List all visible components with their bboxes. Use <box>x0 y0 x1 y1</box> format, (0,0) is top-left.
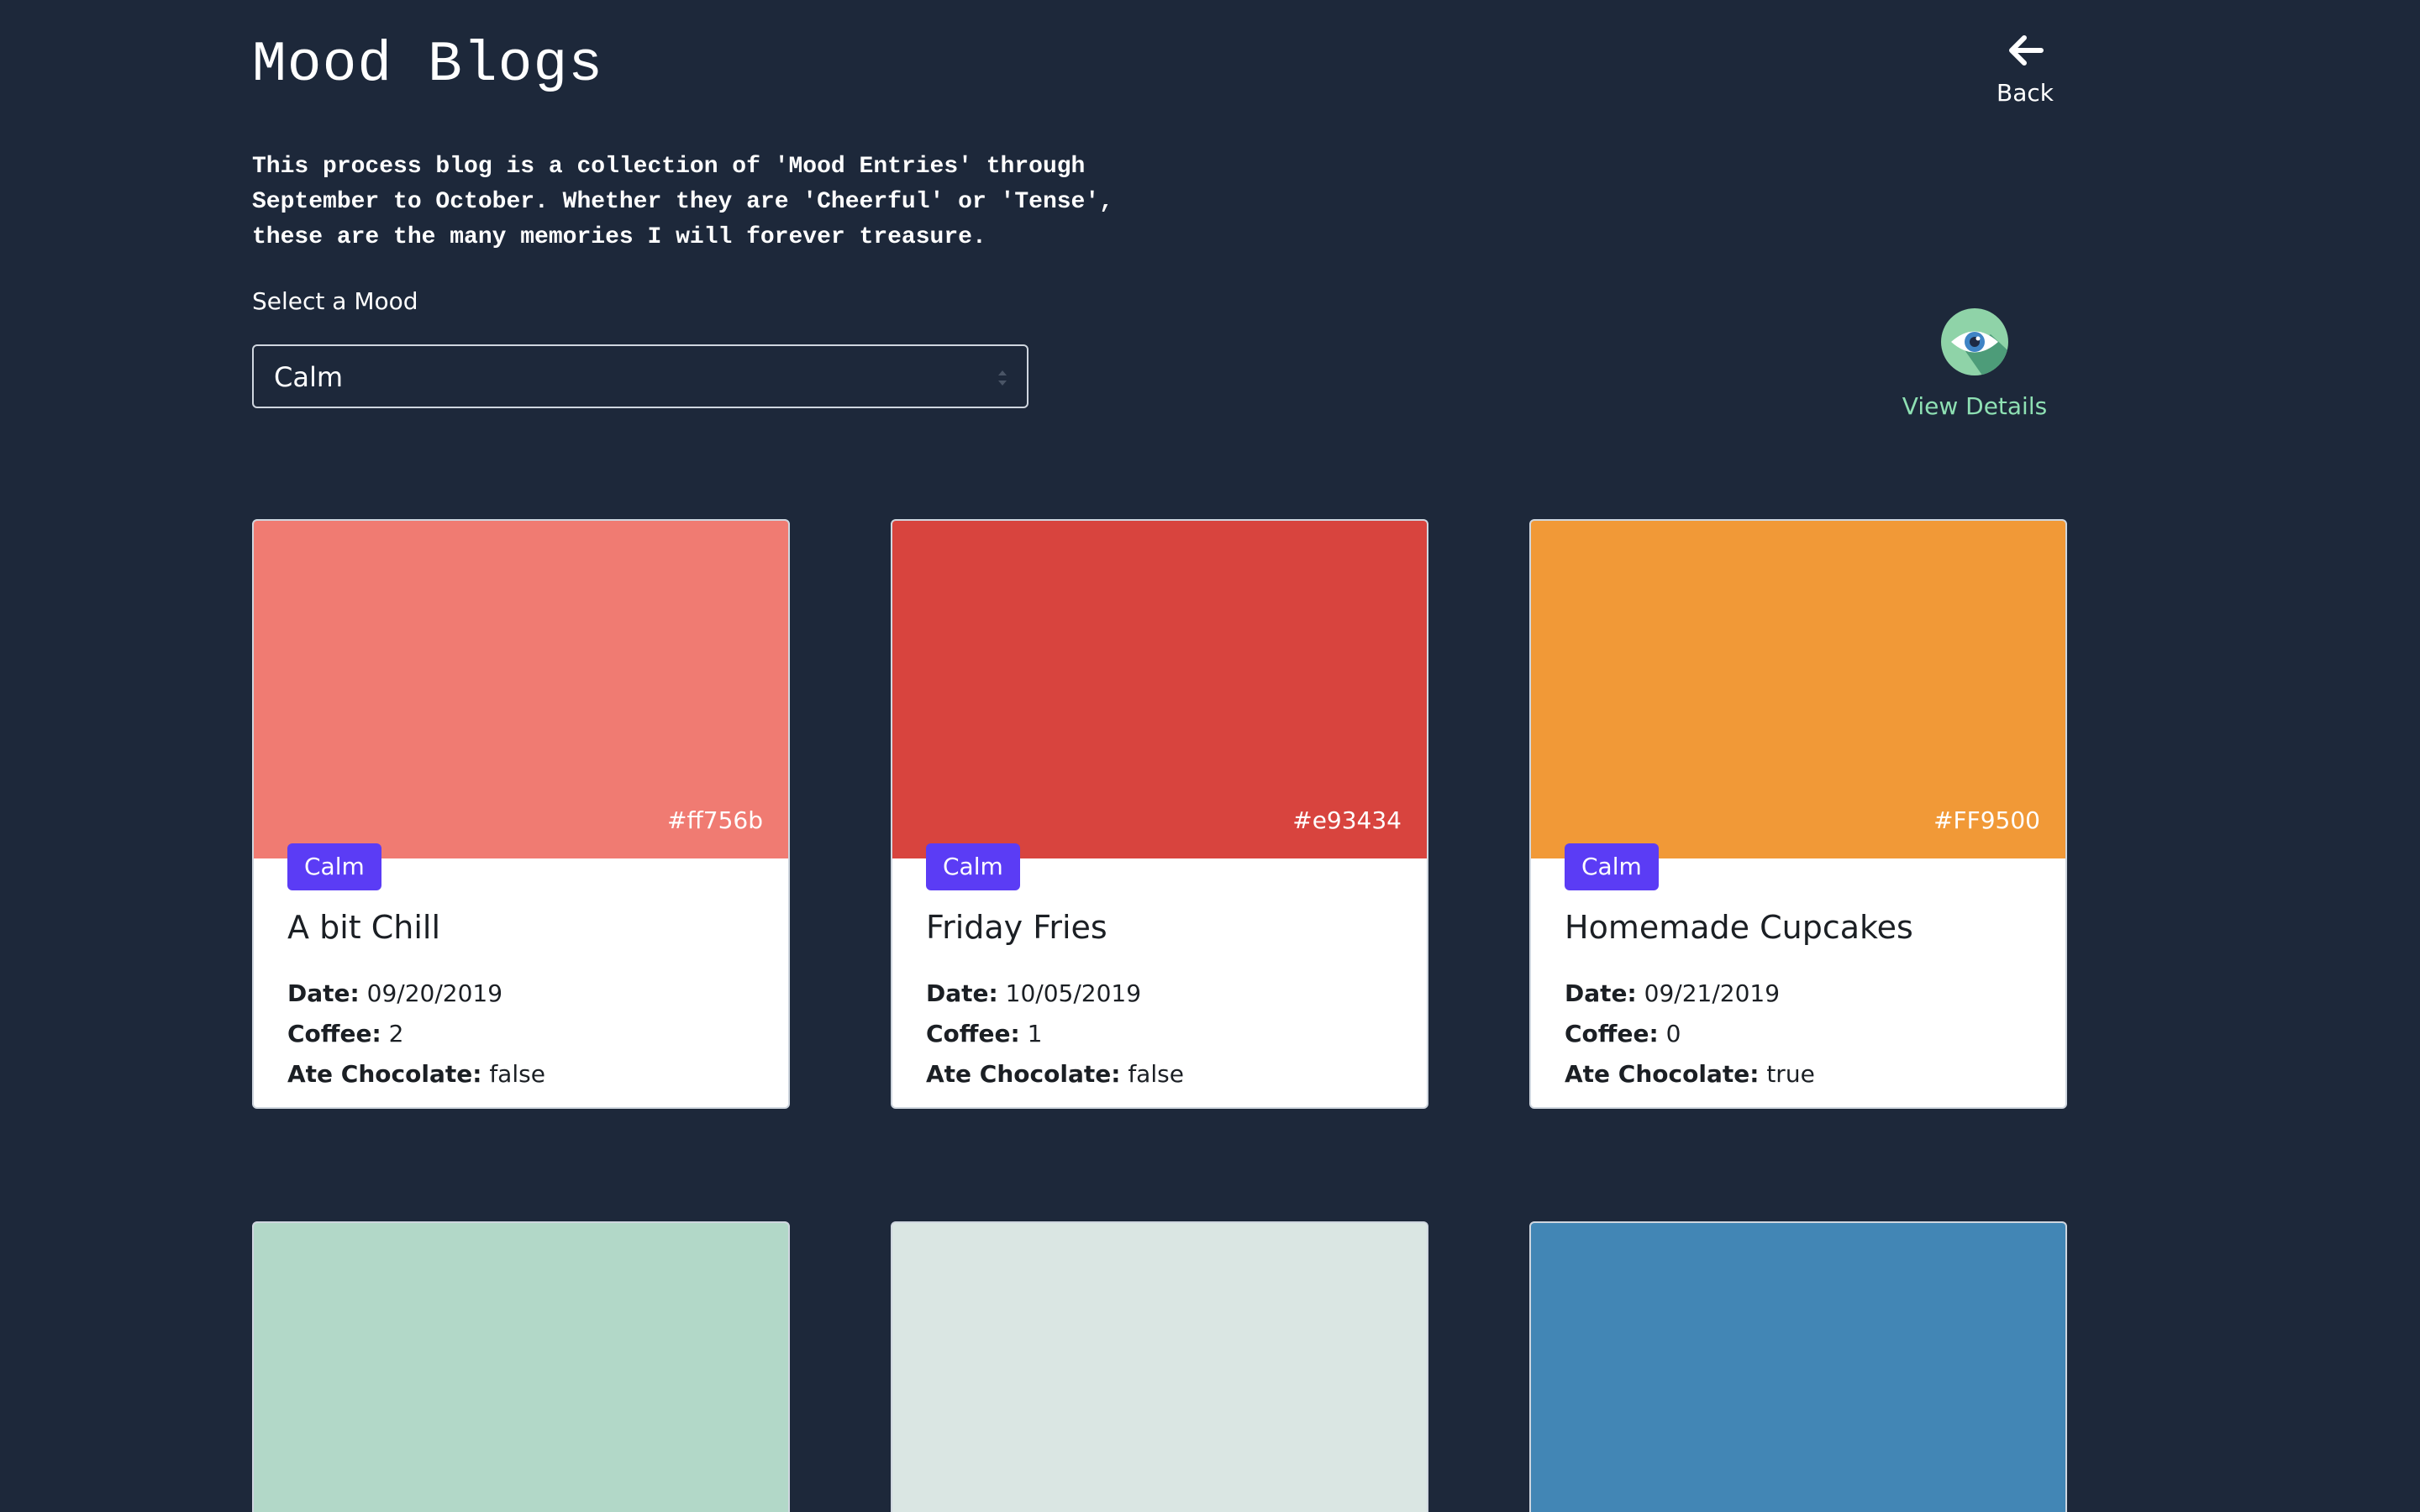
mood-badge: Calm <box>926 843 1020 890</box>
mood-card[interactable]: #e93434 Calm Friday Fries Date: 10/05/20… <box>891 519 1428 1109</box>
card-date: Date: 10/05/2019 <box>926 979 1142 1007</box>
mood-badge: Calm <box>1565 843 1659 890</box>
card-title: Friday Fries <box>926 909 1107 946</box>
mood-card[interactable] <box>1529 1221 2067 1512</box>
card-title: Homemade Cupcakes <box>1565 909 1913 946</box>
mood-card[interactable] <box>891 1221 1428 1512</box>
mood-card[interactable] <box>252 1221 790 1512</box>
arrow-left-icon <box>1975 34 2075 67</box>
intro-text: This process blog is a collection of 'Mo… <box>252 154 1113 250</box>
card-date: Date: 09/20/2019 <box>287 979 503 1007</box>
color-swatch <box>254 1223 788 1512</box>
color-swatch <box>1531 1223 2065 1512</box>
color-swatch <box>892 1223 1427 1512</box>
card-date: Date: 09/21/2019 <box>1565 979 1781 1007</box>
card-chocolate: Ate Chocolate: false <box>287 1060 545 1088</box>
mood-select[interactable]: Calm <box>252 344 1028 408</box>
card-title: A bit Chill <box>287 909 441 946</box>
card-coffee: Coffee: 1 <box>926 1020 1043 1047</box>
hex-code: #FF9500 <box>1933 806 2040 834</box>
mood-card[interactable]: #FF9500 Calm Homemade Cupcakes Date: 09/… <box>1529 519 2067 1109</box>
hex-code: #ff756b <box>667 806 763 834</box>
hex-code: #e93434 <box>1292 806 1402 834</box>
card-chocolate: Ate Chocolate: false <box>926 1060 1184 1088</box>
mood-badge: Calm <box>287 843 381 890</box>
card-coffee: Coffee: 2 <box>287 1020 404 1047</box>
mood-select-value: Calm <box>274 361 344 393</box>
view-details-button[interactable]: View Details <box>1891 307 2059 425</box>
back-label: Back <box>1996 79 2054 107</box>
card-coffee: Coffee: 0 <box>1565 1020 1681 1047</box>
select-caret-icon <box>997 366 1008 390</box>
mood-select-label: Select a Mood <box>252 287 418 315</box>
card-chocolate: Ate Chocolate: true <box>1565 1060 1815 1088</box>
eye-icon <box>1891 307 2059 381</box>
view-details-label: View Details <box>1902 392 2048 420</box>
back-button[interactable]: Back <box>1975 34 2075 118</box>
page-title: Mood Blogs <box>252 33 604 97</box>
mood-card[interactable]: #ff756b Calm A bit Chill Date: 09/20/201… <box>252 519 790 1109</box>
mood-blogs-page: Mood Blogs This process blog is a collec… <box>0 0 2420 1512</box>
